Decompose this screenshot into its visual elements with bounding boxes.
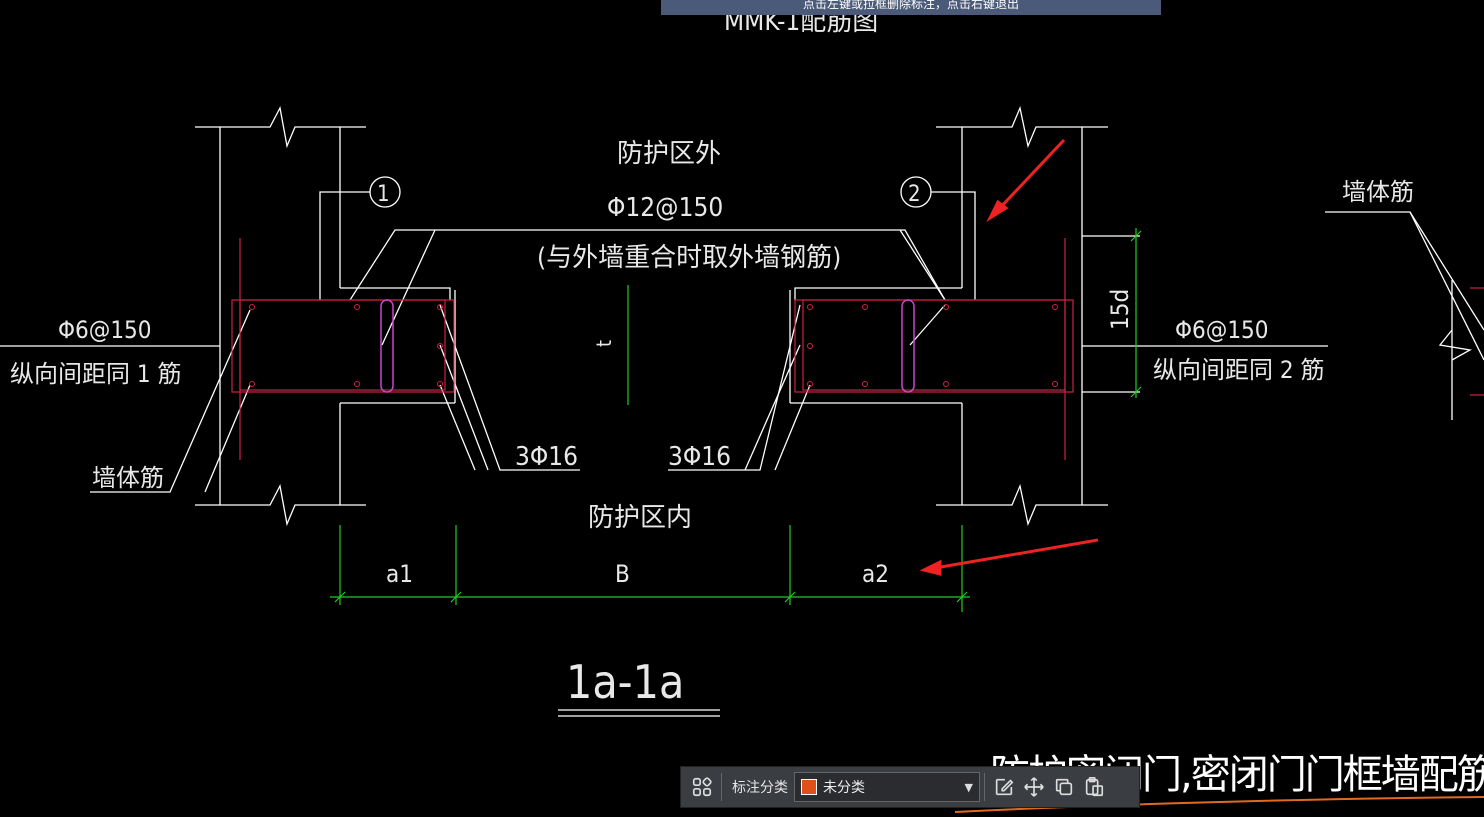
inside-label: 防护区内 bbox=[588, 503, 692, 533]
left-stirrup-label: Φ6@150 bbox=[58, 316, 152, 344]
top-bar-note: (与外墙重合时取外墙钢筋) bbox=[537, 243, 841, 273]
dim-t-label: t bbox=[592, 340, 616, 347]
section-label: 1a-1a bbox=[566, 655, 684, 709]
classification-swatch bbox=[801, 779, 817, 795]
toolbar-divider bbox=[984, 773, 985, 801]
bars-left-label: 3Φ16 bbox=[515, 442, 578, 472]
status-tooltip: 点击左键或拉框删除标注，点击右键退出 bbox=[661, 0, 1161, 15]
wall-bar-label-right: 墙体筋 bbox=[1342, 178, 1414, 206]
dim-a2-label: a2 bbox=[862, 560, 889, 588]
right-stirrup-label: Φ6@150 bbox=[1175, 316, 1269, 344]
wall-bar-label-left: 墙体筋 bbox=[92, 464, 164, 492]
top-bar-label: Φ12@150 bbox=[607, 193, 723, 223]
copy-icon[interactable] bbox=[1049, 772, 1079, 802]
paste-icon[interactable] bbox=[1079, 772, 1109, 802]
rebar-lines bbox=[231, 238, 1484, 460]
classification-value: 未分类 bbox=[823, 780, 865, 796]
classification-label: 标注分类 bbox=[732, 780, 788, 796]
dim-15d-label: 15d bbox=[1106, 289, 1134, 330]
annotation-arrows bbox=[919, 138, 1099, 576]
edit-icon[interactable] bbox=[989, 772, 1019, 802]
chevron-down-icon: ▼ bbox=[964, 780, 973, 794]
circle-label-2: 2 bbox=[908, 182, 921, 207]
circle-label-1: 1 bbox=[377, 182, 390, 207]
right-spacing-label: 纵向间距同 2 筋 bbox=[1153, 356, 1324, 384]
annotation-toolbar: 标注分类 未分类 ▼ bbox=[680, 766, 1140, 808]
move-icon[interactable] bbox=[1019, 772, 1049, 802]
classification-select[interactable]: 未分类 ▼ bbox=[794, 772, 980, 802]
toolbar-divider bbox=[721, 773, 722, 801]
rebar-dots bbox=[249, 304, 1058, 387]
grid-apps-icon[interactable] bbox=[687, 772, 717, 802]
left-spacing-label: 纵向间距同 1 筋 bbox=[10, 360, 181, 388]
dim-a1-label: a1 bbox=[386, 560, 413, 588]
outside-label: 防护区外 bbox=[617, 139, 721, 169]
dim-b-label: B bbox=[615, 560, 630, 588]
cad-drawing-canvas[interactable]: MMK-1配筋图 防护区外 Φ12@150 (与外墙重合时取外墙钢筋) 1 2 … bbox=[0, 0, 1484, 817]
bars-right-label: 3Φ16 bbox=[668, 442, 731, 472]
stirrups bbox=[380, 299, 915, 393]
wall-outline bbox=[0, 105, 1484, 717]
